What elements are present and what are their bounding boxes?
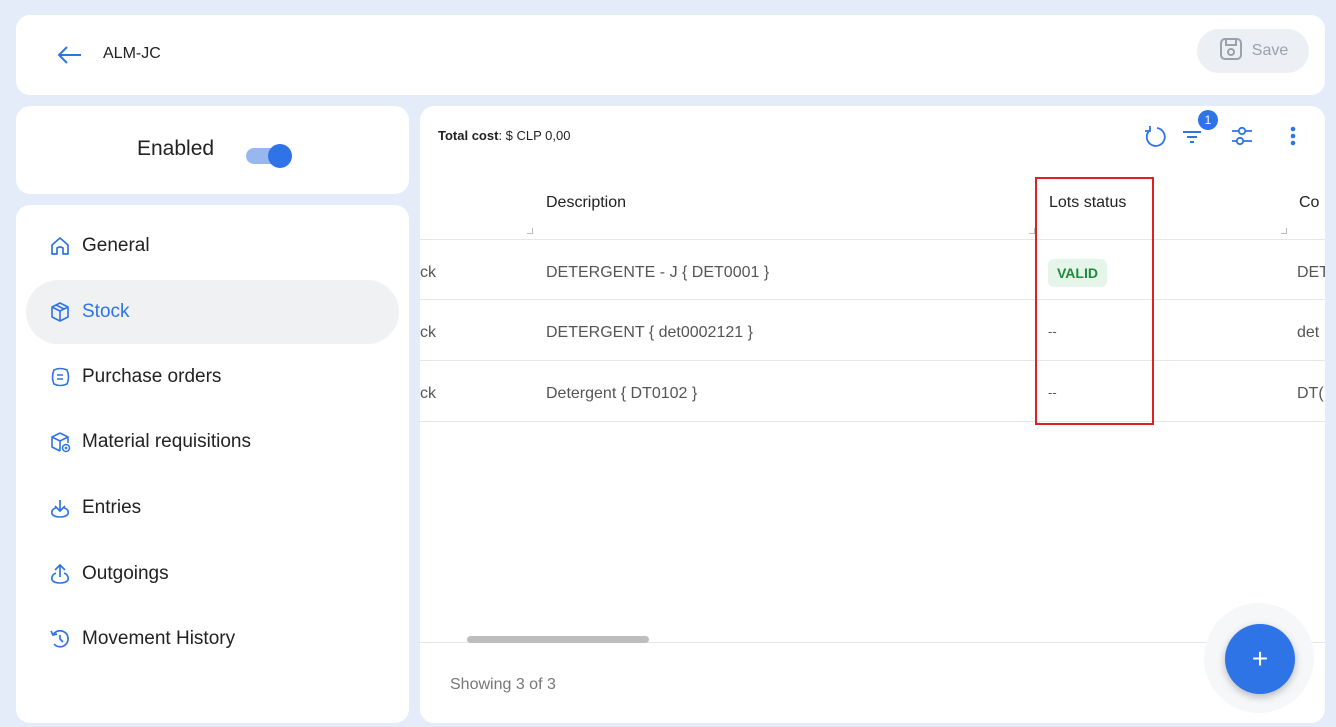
table-cell: ck bbox=[420, 324, 436, 341]
highlight-box bbox=[1035, 177, 1154, 425]
sidebar-item-stock[interactable]: Stock bbox=[26, 280, 399, 344]
enabled-label: Enabled bbox=[137, 137, 215, 160]
sidebar-item-general[interactable]: General bbox=[26, 214, 399, 278]
upload-icon bbox=[48, 562, 72, 586]
sidebar-item-outgoings[interactable]: Outgoings bbox=[26, 542, 399, 606]
save-disk-icon bbox=[1218, 36, 1244, 67]
save-button[interactable]: Save bbox=[1197, 29, 1309, 73]
more-vert-icon[interactable] bbox=[1277, 120, 1309, 152]
table-cell: ck bbox=[420, 264, 436, 281]
sidebar-nav: General Stock Purchase orders Material r… bbox=[16, 205, 409, 723]
table-cell: ck bbox=[420, 385, 436, 402]
sidebar-item-material-requisitions[interactable]: Material requisitions bbox=[26, 410, 399, 474]
page-title: ALM-JC bbox=[103, 45, 161, 62]
save-label: Save bbox=[1251, 42, 1289, 59]
description-cell: DETERGENT { det0002121 } bbox=[546, 324, 753, 341]
column-header-description[interactable]: Description bbox=[546, 194, 626, 212]
code-cell: DT( bbox=[1297, 385, 1324, 402]
history-icon bbox=[48, 627, 72, 651]
description-cell: DETERGENTE - J { DET0001 } bbox=[546, 264, 770, 281]
sidebar-item-purchase-orders[interactable]: Purchase orders bbox=[26, 345, 399, 409]
add-button[interactable]: + bbox=[1225, 624, 1295, 694]
column-header-code[interactable]: Co bbox=[1299, 194, 1319, 212]
filter-count-badge: 1 bbox=[1198, 110, 1218, 130]
total-cost: Total cost: $ CLP 0,00 bbox=[438, 128, 571, 143]
download-icon bbox=[48, 496, 72, 520]
column-resize-handle[interactable] bbox=[527, 228, 533, 234]
sidebar-item-movement-history[interactable]: Movement History bbox=[26, 607, 399, 671]
package-icon bbox=[48, 300, 72, 324]
enabled-toggle[interactable] bbox=[246, 144, 294, 168]
code-cell: det bbox=[1297, 324, 1320, 341]
pagination-summary: Showing 3 of 3 bbox=[450, 676, 556, 693]
horizontal-scrollbar[interactable] bbox=[467, 636, 649, 643]
code-cell: DET bbox=[1297, 264, 1325, 281]
columns-settings-icon[interactable] bbox=[1226, 120, 1258, 152]
column-resize-handle[interactable] bbox=[1281, 228, 1287, 234]
requisition-box-icon bbox=[48, 430, 72, 454]
header-bar: ALM-JC Save bbox=[16, 15, 1325, 95]
purchase-order-icon bbox=[48, 365, 72, 389]
description-cell: Detergent { DT0102 } bbox=[546, 385, 698, 402]
refresh-icon[interactable] bbox=[1139, 120, 1171, 152]
stock-table-card: Total cost: $ CLP 0,00 1 Description Lot… bbox=[420, 106, 1325, 723]
back-arrow-icon[interactable] bbox=[54, 41, 84, 69]
status-card: Enabled bbox=[16, 106, 409, 194]
home-icon bbox=[48, 234, 72, 258]
sidebar-item-entries[interactable]: Entries bbox=[26, 476, 399, 540]
